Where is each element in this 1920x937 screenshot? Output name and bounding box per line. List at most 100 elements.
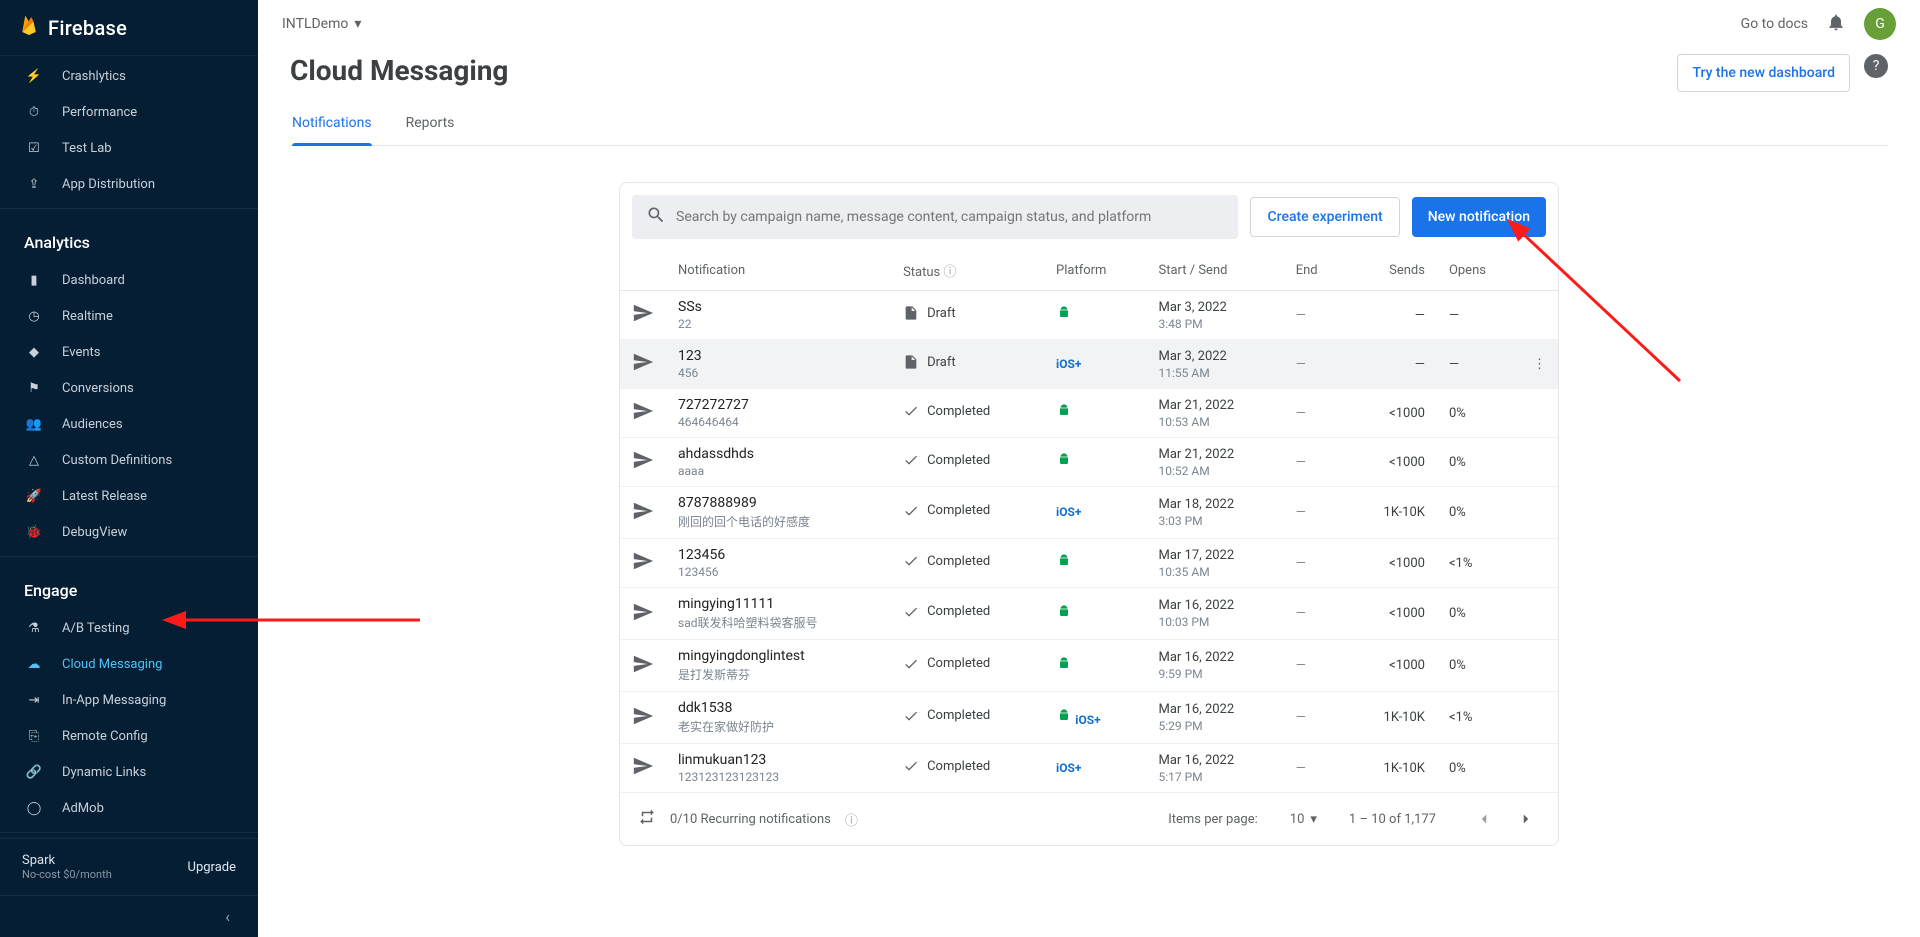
- sidebar-item-audiences[interactable]: 👥Audiences: [0, 406, 258, 442]
- sidebar-item-dynamic-links[interactable]: 🔗Dynamic Links: [0, 754, 258, 790]
- table-row[interactable]: mingying11111sad联发科哈塑料袋客服号CompletedMar 1…: [620, 588, 1558, 640]
- status-completed: Completed: [903, 403, 990, 419]
- sidebar-item-cloud-messaging[interactable]: ☁Cloud Messaging: [0, 646, 258, 682]
- sidebar-item-test-lab[interactable]: ☑Test Lab: [0, 130, 258, 166]
- sidebar-item-custom-definitions[interactable]: △Custom Definitions: [0, 442, 258, 478]
- row-title: 123: [678, 348, 879, 364]
- bell-icon[interactable]: [1826, 12, 1846, 36]
- send-icon: [632, 716, 654, 731]
- help-icon[interactable]: ?: [1864, 54, 1888, 78]
- sidebar-section-analytics[interactable]: Analytics: [0, 215, 258, 262]
- col-start[interactable]: Start / Send: [1147, 251, 1284, 291]
- row-title: 727272727: [678, 397, 879, 413]
- ios-icon: iOS+: [1056, 761, 1081, 775]
- table-row[interactable]: 8787888989刚回的回个电话的好感度CompletediOS+Mar 18…: [620, 487, 1558, 539]
- row-title: 8787888989: [678, 495, 879, 511]
- sidebar-item-label: Remote Config: [62, 729, 148, 744]
- sidebar-item-debugview[interactable]: 🐞DebugView: [0, 514, 258, 550]
- sidebar-item-label: AdMob: [62, 801, 104, 816]
- row-end: —: [1284, 389, 1347, 438]
- tab-notifications[interactable]: Notifications: [292, 105, 372, 145]
- col-sends[interactable]: Sends: [1347, 251, 1437, 291]
- sidebar-item-label: A/B Testing: [62, 621, 130, 636]
- row-end: —: [1284, 692, 1347, 744]
- sidebar-item-events[interactable]: ◆Events: [0, 334, 258, 370]
- sidebar-item-crashlytics[interactable]: ⚡Crashlytics: [0, 58, 258, 94]
- row-menu-button[interactable]: ⋮: [1533, 357, 1546, 372]
- tab-reports[interactable]: Reports: [406, 105, 455, 145]
- sidebar-item-performance[interactable]: ⏱Performance: [0, 94, 258, 130]
- table-row[interactable]: 123456123456CompletedMar 17, 202210:35 A…: [620, 539, 1558, 588]
- col-platform[interactable]: Platform: [1044, 251, 1146, 291]
- row-sends: —: [1347, 291, 1437, 340]
- items-per-page-label: Items per page:: [1168, 812, 1258, 827]
- help-icon[interactable]: ⓘ: [845, 810, 858, 829]
- bar-icon: ▮: [24, 270, 44, 290]
- sidebar-collapse-button[interactable]: ‹: [0, 895, 258, 937]
- col-opens[interactable]: Opens: [1437, 251, 1521, 291]
- avatar[interactable]: G: [1864, 8, 1896, 40]
- sidebar-item-remote-config[interactable]: ⎘Remote Config: [0, 718, 258, 754]
- col-status[interactable]: Status ⓘ: [891, 251, 1044, 291]
- row-start-time: 10:53 AM: [1159, 415, 1272, 429]
- link-icon: 🔗: [24, 762, 44, 782]
- items-per-page-select[interactable]: 10 ▾: [1290, 812, 1317, 827]
- prev-page-button[interactable]: [1470, 805, 1498, 833]
- table-row[interactable]: 123456DraftiOS+Mar 3, 202211:55 AM———⋮: [620, 340, 1558, 389]
- chevron-down-icon: ▾: [1310, 812, 1317, 827]
- sidebar-scroll: ⚡Crashlytics⏱Performance☑Test Lab⇪App Di…: [0, 56, 258, 838]
- sidebar-item-app-distribution[interactable]: ⇪App Distribution: [0, 166, 258, 202]
- status-completed: Completed: [903, 604, 990, 620]
- go-to-docs-link[interactable]: Go to docs: [1741, 16, 1808, 32]
- upgrade-button[interactable]: Upgrade: [188, 860, 236, 875]
- project-selector[interactable]: INTLDemo ▾: [282, 16, 361, 32]
- row-start-date: Mar 16, 2022: [1159, 598, 1272, 613]
- sidebar-item-label: Latest Release: [62, 489, 147, 504]
- table-row[interactable]: ddk1538老实在家做好防护Completed iOS+Mar 16, 202…: [620, 692, 1558, 744]
- status-draft: Draft: [903, 305, 956, 321]
- sidebar-item-a-b-testing[interactable]: ⚗A/B Testing: [0, 610, 258, 646]
- chevron-left-icon: ‹: [225, 907, 230, 926]
- sidebar-plan: Spark No-cost $0/month Upgrade: [0, 838, 258, 895]
- sidebar-item-label: Audiences: [62, 417, 123, 432]
- row-start-date: Mar 3, 2022: [1159, 349, 1272, 364]
- try-new-dashboard-button[interactable]: Try the new dashboard: [1677, 54, 1850, 92]
- page-title: Cloud Messaging: [290, 54, 508, 87]
- col-notification[interactable]: Notification: [666, 251, 891, 291]
- next-page-button[interactable]: [1512, 805, 1540, 833]
- sidebar-item-latest-release[interactable]: 🚀Latest Release: [0, 478, 258, 514]
- sidebar-item-conversions[interactable]: ⚑Conversions: [0, 370, 258, 406]
- send-icon: [632, 511, 654, 526]
- row-subtitle: 是打发斯蒂芬: [678, 666, 879, 683]
- send-icon: [632, 313, 654, 328]
- help-icon: ⓘ: [943, 265, 956, 280]
- create-experiment-button[interactable]: Create experiment: [1250, 197, 1399, 237]
- search-input[interactable]: [676, 209, 1224, 225]
- row-start-date: Mar 17, 2022: [1159, 548, 1272, 563]
- plan-sub: No-cost $0/month: [22, 868, 112, 881]
- row-start-date: Mar 21, 2022: [1159, 398, 1272, 413]
- sidebar-item-dashboard[interactable]: ▮Dashboard: [0, 262, 258, 298]
- row-title: mingyingdonglintest: [678, 648, 879, 664]
- new-notification-button[interactable]: New notification: [1412, 197, 1546, 237]
- sidebar-section-engage[interactable]: Engage: [0, 563, 258, 610]
- sidebar-item-realtime[interactable]: ◷Realtime: [0, 298, 258, 334]
- distribute-icon: ⇪: [24, 174, 44, 194]
- col-end[interactable]: End: [1284, 251, 1347, 291]
- table-row[interactable]: mingyingdonglintest是打发斯蒂芬CompletedMar 16…: [620, 640, 1558, 692]
- table-row[interactable]: SSs22DraftMar 3, 20223:48 PM———: [620, 291, 1558, 340]
- table-row[interactable]: ahdassdhdsaaaaCompletedMar 21, 202210:52…: [620, 438, 1558, 487]
- row-end: —: [1284, 487, 1347, 539]
- row-sends: <1000: [1347, 389, 1437, 438]
- row-title: 123456: [678, 547, 879, 563]
- table-row[interactable]: linmukuan123123123123123123CompletediOS+…: [620, 744, 1558, 793]
- search-box[interactable]: [632, 195, 1238, 239]
- row-sends: 1K-10K: [1347, 692, 1437, 744]
- android-icon: [1056, 661, 1072, 676]
- notifications-card: Create experiment New notification Notif…: [619, 182, 1559, 846]
- sidebar-item-admob[interactable]: ◯AdMob: [0, 790, 258, 826]
- sidebar-item-in-app-messaging[interactable]: ⇥In-App Messaging: [0, 682, 258, 718]
- brand-logo[interactable]: Firebase: [0, 0, 258, 56]
- send-icon: [632, 664, 654, 679]
- table-row[interactable]: 727272727464646464CompletedMar 21, 20221…: [620, 389, 1558, 438]
